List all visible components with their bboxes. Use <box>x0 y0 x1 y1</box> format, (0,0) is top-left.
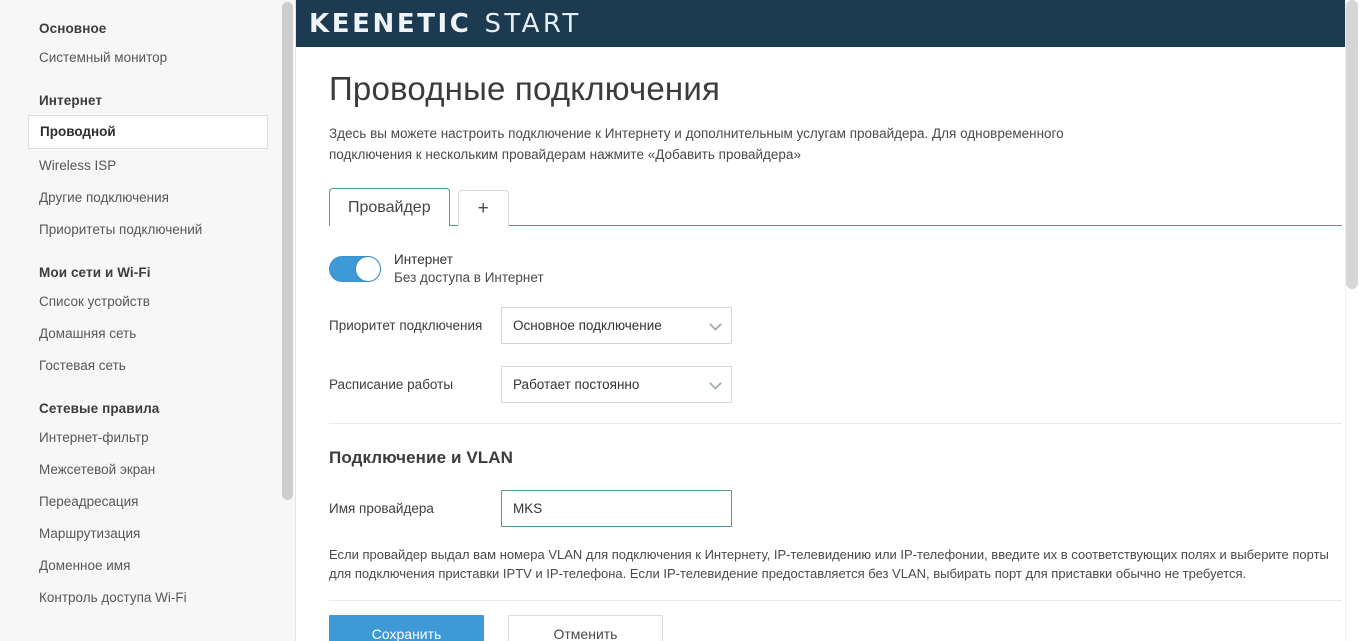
brand-name: KEENETIC <box>309 8 472 39</box>
actions-divider <box>329 600 1342 601</box>
internet-toggle-row: Интернет Без доступа в Интернет <box>329 252 1359 286</box>
brand-logo: KEENETIC START <box>309 10 582 38</box>
provider-name-label: Имя провайдера <box>329 501 434 516</box>
sidebar-scrollbar-track[interactable] <box>282 0 295 641</box>
sidebar-item-wired[interactable]: Проводной <box>28 115 268 149</box>
sidebar-group-title: Основное <box>39 21 107 36</box>
sidebar-item-wireless-isp[interactable]: Wireless ISP <box>0 150 296 182</box>
sidebar-group-internet: Интернет Проводной Wireless ISP Другие п… <box>0 90 296 246</box>
sidebar-group-my-networks-wifi: Мои сети и Wi-Fi Список устройств Домашн… <box>0 262 296 382</box>
priority-select[interactable]: Основное подключение <box>501 307 732 344</box>
sidebar-item-internet-filter[interactable]: Интернет-фильтр <box>0 422 296 454</box>
sidebar-item-firewall[interactable]: Межсетевой экран <box>0 454 296 486</box>
sidebar-item-domain-name[interactable]: Доменное имя <box>0 550 296 582</box>
tab-provider[interactable]: Провайдер <box>329 188 450 227</box>
form-actions: Сохранить Отменить <box>329 615 1359 641</box>
app-header: KEENETIC START <box>296 0 1359 47</box>
priority-label: Приоритет подключения <box>329 318 483 333</box>
schedule-select-value: Работает постоянно <box>513 377 640 392</box>
page-title: Проводные подключения <box>329 70 721 107</box>
sidebar-item-device-list[interactable]: Список устройств <box>0 286 296 318</box>
internet-toggle-switch[interactable] <box>329 256 381 282</box>
sidebar-group-title: Мои сети и Wi-Fi <box>39 265 151 280</box>
main-panel: KEENETIC START Проводные подключения Зде… <box>296 0 1359 641</box>
sidebar-item-other-connections[interactable]: Другие подключения <box>0 182 296 214</box>
page-description: Здесь вы можете настроить подключение к … <box>329 126 1064 162</box>
main-scrollbar-track[interactable] <box>1345 0 1359 641</box>
chevron-down-icon <box>709 376 722 390</box>
provider-name-row: Имя провайдера <box>329 490 1359 527</box>
sidebar-item-guest-network[interactable]: Гостевая сеть <box>0 350 296 382</box>
sidebar-item-wifi-access-control[interactable]: Контроль доступа Wi-Fi <box>0 582 296 614</box>
sidebar: Основное Системный монитор Интернет Пров… <box>0 0 296 641</box>
section-divider <box>329 423 1342 424</box>
brand-model: START <box>484 8 582 39</box>
page-content: Проводные подключения Здесь вы можете на… <box>296 69 1359 641</box>
provider-name-input[interactable] <box>501 490 732 527</box>
sidebar-group-osnovnoe: Основное Системный монитор <box>0 18 296 74</box>
toggle-knob <box>356 257 380 281</box>
keenetic-web-ui: Основное Системный монитор Интернет Пров… <box>0 0 1359 641</box>
sidebar-group-network-rules: Сетевые правила Интернет-фильтр Межсетев… <box>0 398 296 614</box>
cancel-button[interactable]: Отменить <box>508 615 663 641</box>
schedule-select[interactable]: Работает постоянно <box>501 366 732 403</box>
vlan-section-title: Подключение и VLAN <box>329 448 514 467</box>
sidebar-item-port-forwarding[interactable]: Переадресация <box>0 486 296 518</box>
sidebar-item-system-monitor[interactable]: Системный монитор <box>0 42 296 74</box>
priority-row: Приоритет подключения Основное подключен… <box>329 307 1359 344</box>
sidebar-item-connection-priorities[interactable]: Приоритеты подключений <box>0 214 296 246</box>
priority-select-value: Основное подключение <box>513 318 662 333</box>
schedule-label: Расписание работы <box>329 377 454 392</box>
sidebar-item-home-network[interactable]: Домашняя сеть <box>0 318 296 350</box>
internet-toggle-texts: Интернет Без доступа в Интернет <box>394 252 544 286</box>
sidebar-scrollbar-thumb[interactable] <box>282 2 293 500</box>
sidebar-group-title: Сетевые правила <box>39 401 160 416</box>
internet-status-text: Без доступа в Интернет <box>394 270 544 285</box>
save-button[interactable]: Сохранить <box>329 615 484 641</box>
sidebar-group-title: Интернет <box>39 93 103 108</box>
vlan-hint-text: Если провайдер выдал вам номера VLAN для… <box>329 547 1329 581</box>
schedule-row: Расписание работы Работает постоянно <box>329 366 1359 403</box>
sidebar-item-routing[interactable]: Маршрутизация <box>0 518 296 550</box>
provider-tabs: Провайдер + <box>329 186 1359 227</box>
tab-add-provider[interactable]: + <box>457 190 509 226</box>
main-scrollbar-thumb[interactable] <box>1346 0 1358 289</box>
chevron-down-icon <box>709 317 722 331</box>
internet-toggle-title: Интернет <box>394 252 453 267</box>
